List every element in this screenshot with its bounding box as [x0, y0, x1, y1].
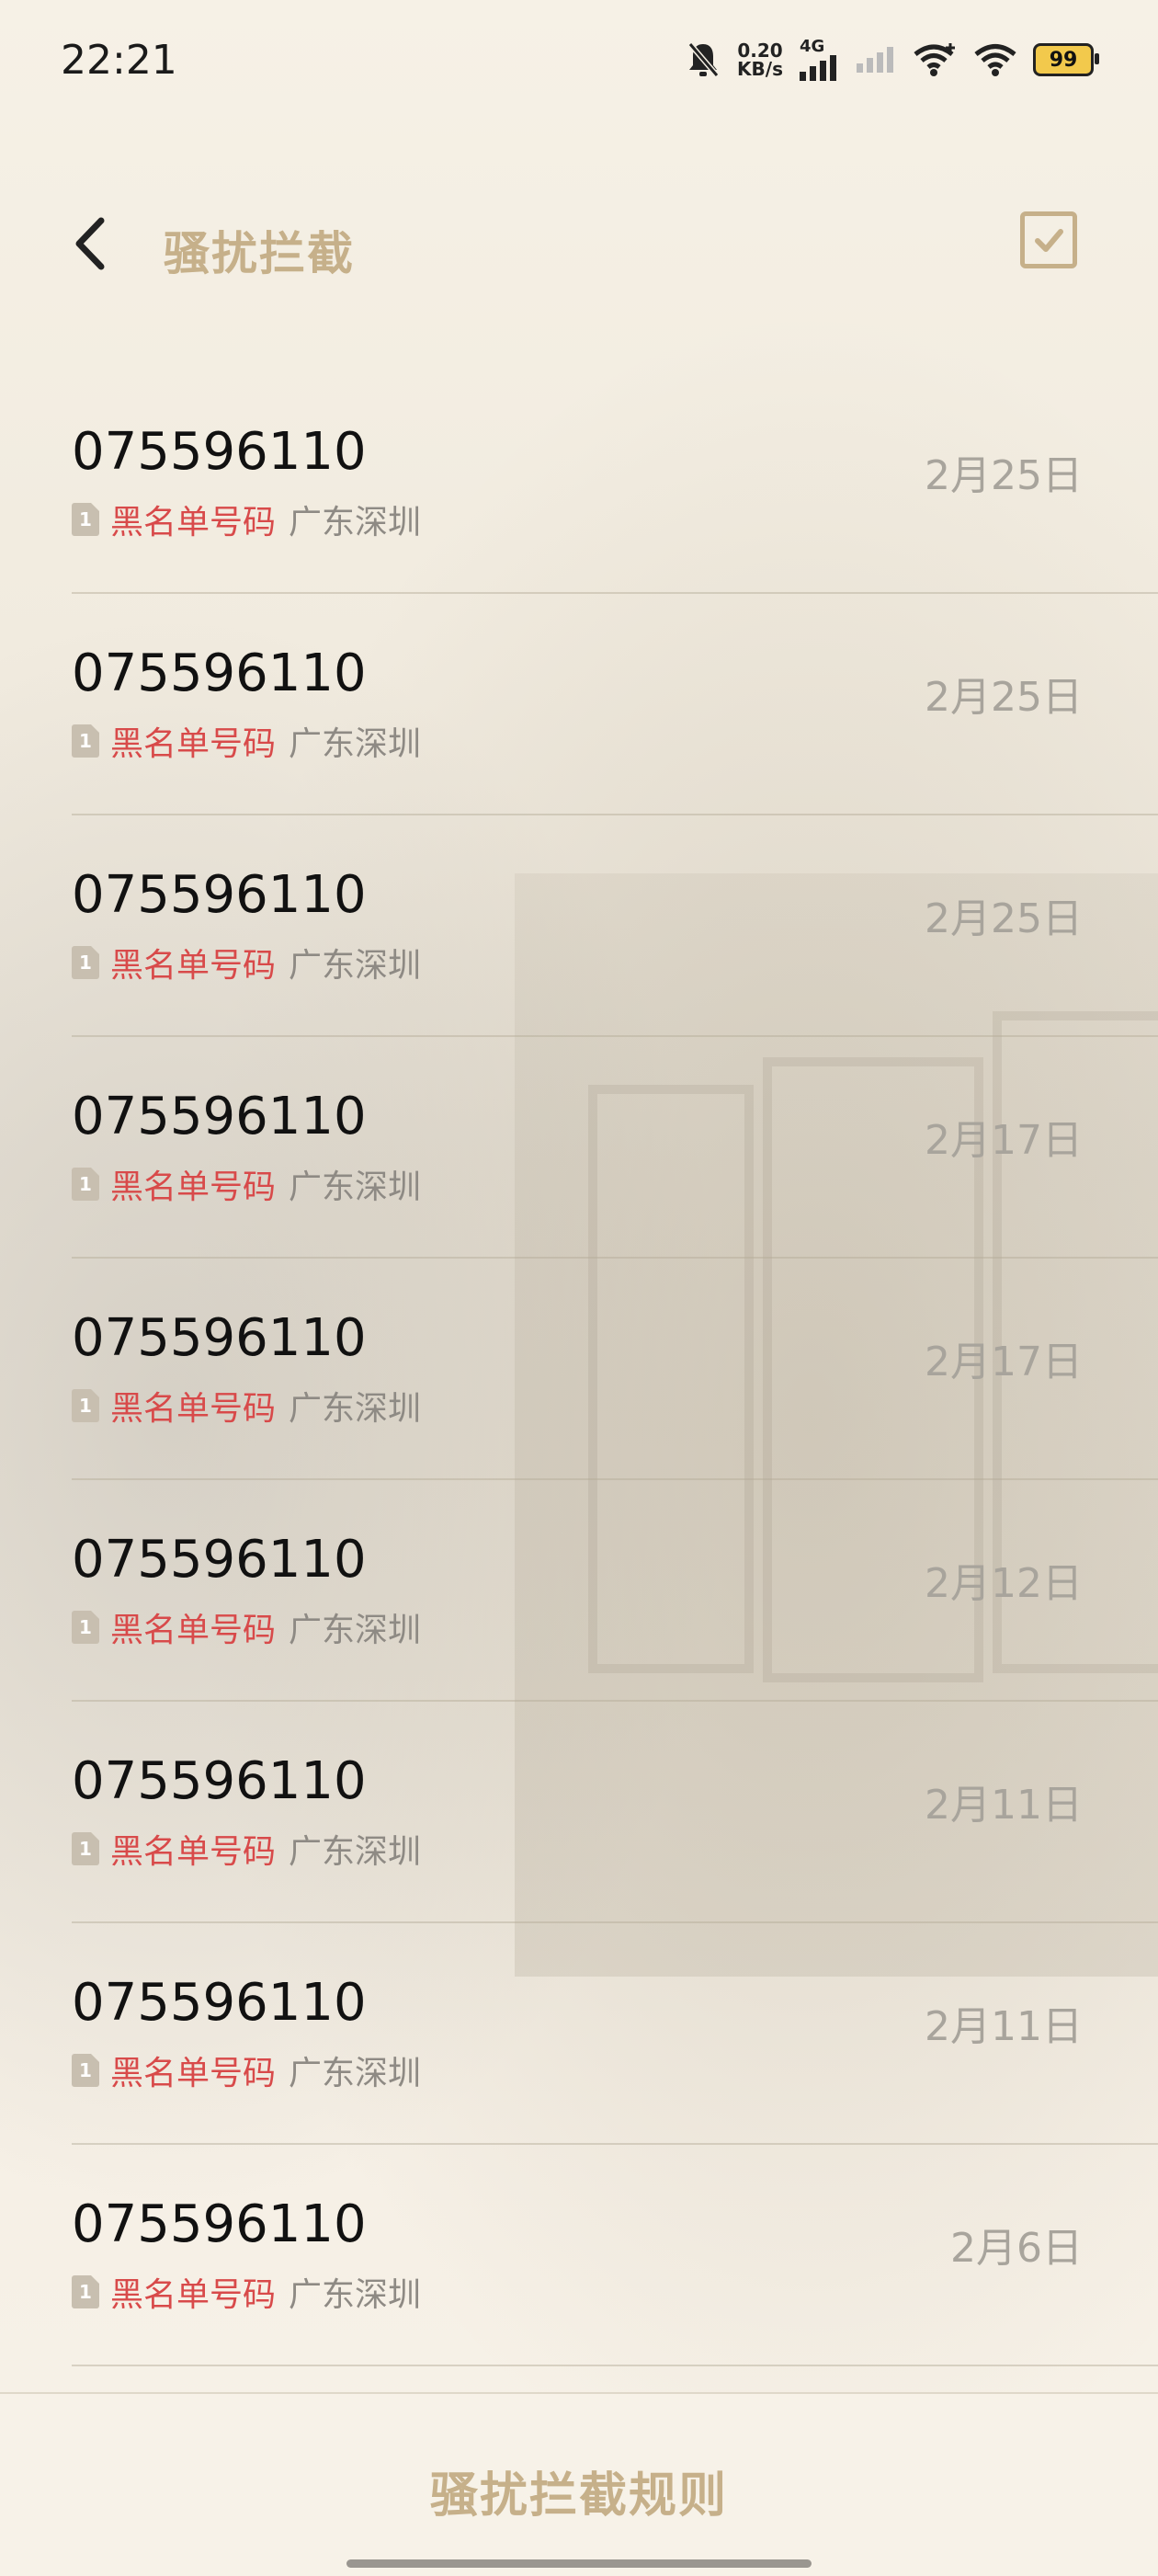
signal-sim1: 4G: [800, 39, 840, 81]
home-indicator[interactable]: [346, 2559, 812, 2568]
blacklist-tag: 黑名单号码: [110, 725, 277, 763]
page-title: 骚扰拦截: [164, 227, 355, 280]
phone-number: 075596110: [72, 1973, 367, 2033]
call-date: 2月25日: [925, 895, 1083, 942]
call-date: 2月11日: [925, 1782, 1083, 1829]
bottom-bar: 骚扰拦截规则: [0, 2392, 1158, 2576]
blacklist-tag: 黑名单号码: [110, 947, 277, 985]
blacklist-tag: 黑名单号码: [110, 1612, 277, 1649]
list-item[interactable]: 075596110 1 黑名单号码 广东深圳 2月11日: [0, 1923, 1158, 2145]
checkmark-icon: [1035, 229, 1063, 252]
list-item[interactable]: 075596110 1 黑名单号码 广东深圳 2月6日: [0, 2145, 1158, 2366]
call-meta: 1 黑名单号码 广东深圳: [72, 1825, 421, 1873]
call-meta: 1 黑名单号码 广东深圳: [72, 1382, 421, 1430]
call-date: 2月12日: [925, 1560, 1083, 1607]
call-meta: 1 黑名单号码 广东深圳: [72, 2046, 421, 2094]
sim-card-icon: 1: [72, 2275, 99, 2308]
app-header: 骚扰拦截: [0, 184, 1158, 303]
location: 广东深圳: [289, 725, 422, 763]
blacklist-tag: 黑名单号码: [110, 1833, 277, 1871]
sim-card-icon: 1: [72, 2054, 99, 2087]
call-date: 2月25日: [925, 452, 1083, 499]
phone-number: 075596110: [72, 1308, 367, 1368]
bell-muted-icon: [687, 42, 720, 77]
sim-card-icon: 1: [72, 1611, 99, 1644]
phone-number: 075596110: [72, 1530, 367, 1590]
location: 广东深圳: [289, 1168, 422, 1206]
location: 广东深圳: [289, 2276, 422, 2314]
sim-card-icon: 1: [72, 724, 99, 758]
call-date: 2月11日: [925, 2003, 1083, 2050]
speed-value: 0.20: [737, 40, 783, 62]
status-bar: 22:21 0.20 KB/s 4G 99: [0, 0, 1158, 120]
battery-level: 99: [1049, 48, 1078, 72]
status-time: 22:21: [61, 37, 177, 84]
call-date: 2月17日: [925, 1339, 1083, 1385]
location: 广东深圳: [289, 947, 422, 985]
network-type: 4G: [800, 37, 825, 56]
call-meta: 1 黑名单号码 广东深圳: [72, 2268, 421, 2316]
blacklist-tag: 黑名单号码: [110, 504, 277, 541]
sim-card-icon: 1: [72, 503, 99, 536]
speed-unit: KB/s: [737, 58, 783, 80]
sim-card-icon: 1: [72, 1389, 99, 1422]
call-date: 2月6日: [950, 2225, 1083, 2272]
sim-card-icon: 1: [72, 1832, 99, 1865]
blacklist-tag: 黑名单号码: [110, 1390, 277, 1428]
call-date: 2月17日: [925, 1117, 1083, 1164]
list-item[interactable]: 075596110 1 黑名单号码 广东深圳 2月11日: [0, 1702, 1158, 1923]
location: 广东深圳: [289, 1833, 422, 1871]
phone-number: 075596110: [72, 644, 367, 703]
phone-number: 075596110: [72, 865, 367, 925]
location: 广东深圳: [289, 2055, 422, 2092]
blacklist-tag: 黑名单号码: [110, 2276, 277, 2314]
list-item[interactable]: 075596110 1 黑名单号码 广东深圳 2月25日: [0, 815, 1158, 1037]
back-arrow-icon[interactable]: [66, 211, 121, 276]
sim-card-icon: 1: [72, 946, 99, 979]
wifi-plus-icon: [914, 43, 955, 76]
call-meta: 1 黑名单号码 广东深圳: [72, 1603, 421, 1651]
phone-number: 075596110: [72, 2194, 367, 2254]
blocked-calls-list: 075596110 1 黑名单号码 广东深圳 2月25日 075596110 1…: [0, 372, 1158, 2366]
sim-card-icon: 1: [72, 1168, 99, 1201]
list-item[interactable]: 075596110 1 黑名单号码 广东深圳 2月12日: [0, 1480, 1158, 1702]
status-icons: 0.20 KB/s 4G 99: [686, 37, 1099, 83]
list-item[interactable]: 075596110 1 黑名单号码 广东深圳 2月25日: [0, 594, 1158, 815]
call-meta: 1 黑名单号码 广东深圳: [72, 1160, 421, 1208]
blacklist-tag: 黑名单号码: [110, 2055, 277, 2092]
phone-number: 075596110: [72, 1087, 367, 1146]
call-date: 2月25日: [925, 674, 1083, 721]
location: 广东深圳: [289, 1612, 422, 1649]
list-item[interactable]: 075596110 1 黑名单号码 广东深圳 2月25日: [0, 372, 1158, 594]
signal-bars-sim2-icon: [857, 47, 893, 73]
signal-bars-icon: [800, 55, 836, 81]
location: 广东深圳: [289, 1390, 422, 1428]
phone-number: 075596110: [72, 422, 367, 482]
list-item[interactable]: 075596110 1 黑名单号码 广东深圳 2月17日: [0, 1037, 1158, 1259]
network-speed: 0.20 KB/s: [737, 41, 783, 78]
blacklist-tag: 黑名单号码: [110, 1168, 277, 1206]
phone-number: 075596110: [72, 1751, 367, 1811]
select-all-button[interactable]: [1020, 211, 1077, 268]
wifi-icon: [974, 44, 1016, 76]
battery-icon: 99: [1033, 43, 1099, 76]
call-meta: 1 黑名单号码 广东深圳: [72, 496, 421, 543]
location: 广东深圳: [289, 504, 422, 541]
call-meta: 1 黑名单号码 广东深圳: [72, 939, 421, 986]
list-item[interactable]: 075596110 1 黑名单号码 广东深圳 2月17日: [0, 1259, 1158, 1480]
call-meta: 1 黑名单号码 广东深圳: [72, 717, 421, 765]
block-rules-button[interactable]: 骚扰拦截规则: [0, 2456, 1158, 2525]
